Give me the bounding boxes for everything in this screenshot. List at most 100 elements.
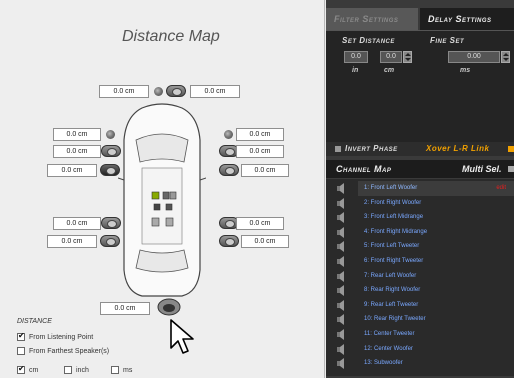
speaker-icon — [336, 285, 347, 297]
settings-panel: Filter Settings Delay Settings Set Dista… — [326, 0, 514, 378]
fine-set-input[interactable]: 0.00 — [448, 51, 500, 63]
unit-label: ms — [123, 366, 133, 374]
channel-row[interactable]: 13: Subwoofer — [332, 356, 514, 371]
distance-section-label: DISTANCE — [17, 318, 52, 325]
distance-field-right-2[interactable]: 0.0 cm — [236, 145, 284, 158]
distance-field-right-3[interactable]: 0.0 cm — [241, 164, 289, 177]
speaker-woofer-icon[interactable] — [219, 164, 239, 176]
channel-row[interactable]: 7: Rear Left Woofer — [332, 269, 514, 284]
distance-field-top-left[interactable]: 0.0 cm — [99, 85, 149, 98]
subwoofer-icon[interactable] — [157, 297, 181, 317]
distance-map-panel: Distance Map 0.0 cm 0.0 cm 0.0 cm 0.0 cm… — [0, 0, 325, 378]
distance-field-left-1[interactable]: 0.0 cm — [53, 128, 101, 141]
distance-field-rear-right-1[interactable]: 0.0 cm — [236, 217, 284, 230]
distance-stepper[interactable] — [403, 51, 412, 63]
checkbox-icon[interactable] — [111, 366, 119, 374]
channel-row[interactable]: 5: Front Left Tweeter — [332, 239, 514, 254]
channel-label: 12: Center Woofer — [364, 345, 413, 352]
channel-label: 2: Front Right Woofer — [364, 199, 422, 206]
channel-row[interactable]: 10: Rear Right Tweeter — [332, 312, 514, 327]
channel-label: 10: Rear Right Tweeter — [364, 316, 426, 323]
channel-row[interactable]: 2: Front Right Woofer — [332, 196, 514, 211]
mouse-cursor-icon — [170, 319, 194, 354]
speaker-icon — [336, 241, 347, 253]
xover-link-label[interactable]: Xover L-R Link — [426, 142, 489, 156]
checkbox-icon[interactable] — [17, 331, 25, 341]
unit-in-label: in — [352, 67, 359, 74]
invert-phase-checkbox[interactable] — [335, 146, 341, 152]
channel-row[interactable]: 12: Center Woofer — [332, 342, 514, 357]
speaker-woofer-icon[interactable] — [219, 235, 239, 247]
channel-label: 5: Front Left Tweeter — [364, 243, 420, 250]
speaker-icon — [336, 183, 347, 194]
tab-delay-settings[interactable]: Delay Settings — [420, 8, 514, 30]
distance-field-rear-right-2[interactable]: 0.0 cm — [241, 235, 289, 248]
channel-label: 7: Rear Left Woofer — [364, 272, 417, 279]
channel-map-title: Channel Map — [336, 164, 392, 174]
unit-label: cm — [29, 366, 39, 374]
distance-field-subwoofer[interactable]: 0.0 cm — [100, 302, 150, 315]
unit-ms-option[interactable]: ms — [111, 366, 132, 374]
distance-in-input[interactable]: 0.0 — [344, 51, 368, 63]
speaker-icon — [336, 329, 347, 340]
unit-label: inch — [76, 366, 89, 374]
car-top-view-icon — [118, 103, 206, 297]
speaker-center-icon[interactable] — [166, 85, 186, 97]
speaker-woofer-icon[interactable] — [100, 164, 120, 176]
checkbox-icon[interactable] — [17, 347, 25, 355]
multi-select-checkbox[interactable] — [508, 166, 514, 172]
channel-label: 11: Center Tweeter — [364, 331, 415, 337]
channel-row[interactable]: 8: Rear Right Woofer — [332, 283, 514, 298]
edit-channel-link[interactable]: edit — [496, 181, 506, 196]
distance-field-rear-left-2[interactable]: 0.0 cm — [47, 235, 97, 248]
speaker-icon[interactable] — [154, 87, 163, 96]
speaker-icon — [336, 358, 347, 370]
distance-cm-input[interactable]: 0.0 — [380, 51, 402, 63]
speaker-icon[interactable] — [106, 130, 115, 139]
option-label: From Listening Point — [29, 333, 94, 341]
checkbox-icon[interactable] — [17, 364, 25, 374]
speaker-icon — [336, 226, 347, 238]
distance-field-top-right[interactable]: 0.0 cm — [190, 85, 240, 98]
option-label: From Farthest Speaker(s) — [29, 347, 110, 355]
channel-row[interactable]: 1: Front Left Woofer edit — [332, 181, 514, 196]
distance-field-rear-left-1[interactable]: 0.0 cm — [53, 217, 101, 230]
speaker-icon — [336, 299, 347, 311]
unit-cm-label: cm — [384, 67, 395, 74]
invert-phase-label[interactable]: Invert Phase — [345, 142, 398, 156]
speaker-icon — [336, 256, 347, 267]
unit-inch-option[interactable]: inch — [64, 366, 89, 374]
speaker-icon[interactable] — [224, 130, 233, 139]
channel-row[interactable]: 4: Front Right Midrange — [332, 225, 514, 240]
distance-field-left-2[interactable]: 0.0 cm — [53, 145, 101, 158]
speaker-woofer-icon[interactable] — [100, 235, 120, 247]
speaker-icon — [336, 212, 347, 224]
multi-select-label[interactable]: Multi Sel. — [462, 164, 502, 174]
unit-cm-option[interactable]: cm — [17, 364, 39, 374]
fine-set-stepper[interactable] — [501, 51, 510, 63]
distance-map-title: Distance Map — [122, 28, 220, 45]
from-listening-point-option[interactable]: From Listening Point — [17, 331, 94, 341]
fine-set-label: Fine Set — [430, 36, 465, 45]
channel-row[interactable]: 6: Front Right Tweeter — [332, 254, 514, 269]
channel-list: 1: Front Left Woofer edit 2: Front Right W… — [326, 179, 514, 376]
tab-bar: Filter Settings Delay Settings — [326, 8, 514, 30]
speaker-icon — [336, 314, 347, 326]
channel-label: 6: Front Right Tweeter — [364, 258, 424, 264]
distance-field-right-1[interactable]: 0.0 cm — [236, 128, 284, 141]
set-distance-label: Set Distance — [342, 36, 395, 45]
channel-label: 9: Rear Left Tweeter — [364, 301, 419, 308]
from-farthest-speaker-option[interactable]: From Farthest Speaker(s) — [17, 347, 109, 355]
speaker-icon — [336, 270, 347, 282]
delay-settings-panel: Set Distance Fine Set 0.0 0.0 0.00 in cm… — [326, 30, 514, 142]
channel-row[interactable]: 9: Rear Left Tweeter — [332, 298, 514, 313]
xover-link-checkbox[interactable] — [508, 146, 514, 152]
channel-row[interactable]: 11: Center Tweeter — [332, 327, 514, 342]
tab-filter-settings[interactable]: Filter Settings — [326, 8, 418, 30]
distance-field-left-3[interactable]: 0.0 cm — [47, 164, 97, 177]
channel-label: 4: Front Right Midrange — [364, 228, 428, 235]
speaker-icon — [336, 197, 347, 209]
checkbox-icon[interactable] — [64, 366, 72, 374]
channel-row[interactable]: 3: Front Left Midrange — [332, 210, 514, 225]
speaker-icon — [336, 343, 347, 355]
